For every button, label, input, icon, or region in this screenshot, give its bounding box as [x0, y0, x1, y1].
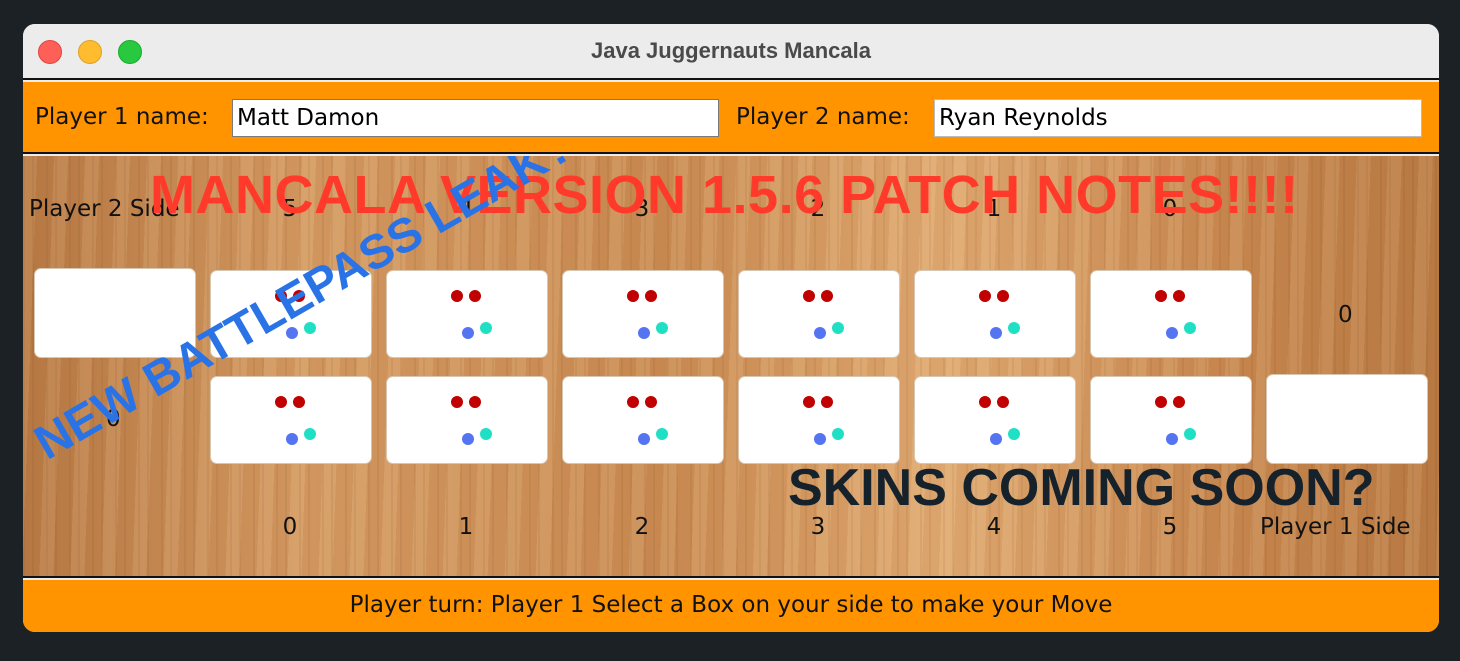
stone [1008, 428, 1020, 440]
player2-name-input[interactable] [934, 99, 1422, 137]
stone [990, 433, 1002, 445]
bottom-pit-index: 0 [282, 514, 298, 540]
pit-top-3[interactable] [562, 270, 724, 358]
stone [990, 327, 1002, 339]
mancala-board: Player 2 Side 5 4 3 2 1 0 0 0 0 1 2 3 4 … [23, 156, 1439, 578]
pit-bottom-4[interactable] [914, 376, 1076, 464]
stone [821, 290, 833, 302]
bottom-pit-index: 1 [458, 514, 474, 540]
stone [469, 290, 481, 302]
stone [638, 327, 650, 339]
stone [1155, 396, 1167, 408]
stone [293, 396, 305, 408]
stone [814, 327, 826, 339]
stone [656, 428, 668, 440]
pit-bottom-5[interactable] [1090, 376, 1252, 464]
stone [462, 327, 474, 339]
stone [645, 396, 657, 408]
player1-store-count: 0 [1338, 302, 1353, 328]
stone [275, 396, 287, 408]
title-bar: Java Juggernauts Mancala [23, 24, 1439, 80]
stone [821, 396, 833, 408]
stone [832, 428, 844, 440]
player-names-bar: Player 1 name: Player 2 name: [23, 82, 1439, 154]
pit-top-1[interactable] [914, 270, 1076, 358]
stone [979, 396, 991, 408]
pit-top-4[interactable] [386, 270, 548, 358]
stone [656, 322, 668, 334]
app-window: Java Juggernauts Mancala Player 1 name: … [23, 24, 1439, 632]
stone [645, 290, 657, 302]
stone [803, 290, 815, 302]
stone [1173, 290, 1185, 302]
pit-bottom-3[interactable] [738, 376, 900, 464]
player2-name-label: Player 2 name: [736, 104, 910, 130]
pit-bottom-1[interactable] [386, 376, 548, 464]
player1-name-input[interactable] [232, 99, 719, 137]
pit-top-2[interactable] [738, 270, 900, 358]
player1-name-label: Player 1 name: [35, 104, 209, 130]
stone [480, 322, 492, 334]
stone [1166, 433, 1178, 445]
pit-top-0[interactable] [1090, 270, 1252, 358]
stone [1155, 290, 1167, 302]
stone [638, 433, 650, 445]
stone [1166, 327, 1178, 339]
pit-bottom-2[interactable] [562, 376, 724, 464]
window-title: Java Juggernauts Mancala [590, 38, 871, 63]
patch-notes-banner: MANCALA VERSION 1.5.6 PATCH NOTES!!!! [150, 165, 1299, 225]
stone [469, 396, 481, 408]
stone [1184, 428, 1196, 440]
stone [1173, 396, 1185, 408]
stone [627, 290, 639, 302]
bottom-pit-index: 2 [634, 514, 650, 540]
skins-teaser-text: SKINS COMING SOON? [788, 459, 1375, 517]
stone [286, 433, 298, 445]
stone [832, 322, 844, 334]
stone [997, 290, 1009, 302]
stone [1008, 322, 1020, 334]
stone [627, 396, 639, 408]
turn-status: Player turn: Player 1 Select a Box on yo… [349, 592, 1113, 618]
stone [997, 396, 1009, 408]
stone [451, 290, 463, 302]
stone [451, 396, 463, 408]
stone [304, 428, 316, 440]
stone [979, 290, 991, 302]
stone [480, 428, 492, 440]
status-bar: Player turn: Player 1 Select a Box on yo… [23, 580, 1439, 632]
stone [814, 433, 826, 445]
stone [803, 396, 815, 408]
pit-bottom-0[interactable] [210, 376, 372, 464]
stone [462, 433, 474, 445]
stone [1184, 322, 1196, 334]
player1-store [1266, 374, 1428, 464]
